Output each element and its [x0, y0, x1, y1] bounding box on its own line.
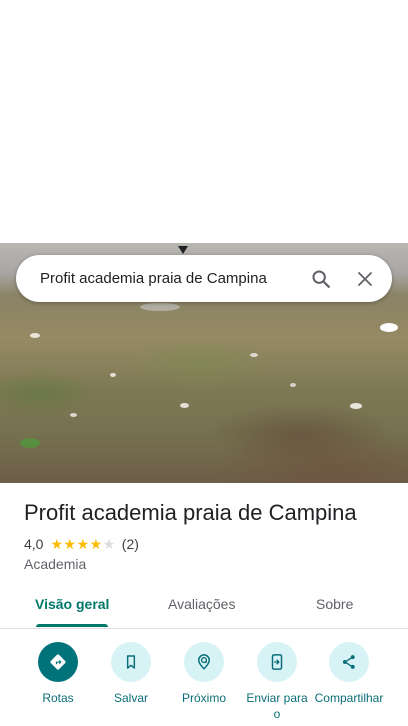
tab-indicator [36, 624, 108, 627]
star-icon: ★ [63, 536, 77, 552]
star-icon: ★ [76, 536, 90, 552]
share-icon [329, 642, 369, 682]
search-input[interactable]: Profit academia praia de Campina [40, 270, 301, 287]
close-icon[interactable] [345, 259, 385, 299]
save-button[interactable]: Salvar [92, 640, 170, 706]
action-bar: Rotas Salvar Próximo Enviar para o Compa… [0, 640, 408, 726]
nearby-label: Próximo [181, 691, 226, 705]
share-label: Compartilhar [314, 691, 384, 705]
send-to-phone-icon [257, 642, 297, 682]
place-title: Profit academia praia de Campina [24, 500, 357, 525]
share-button[interactable]: Compartilhar [310, 640, 388, 706]
nearby-icon [184, 642, 224, 682]
star-icon: ★ [50, 536, 64, 552]
tab-bar: Visão geral Avaliações Sobre [0, 588, 408, 629]
save-label: Salvar [113, 691, 148, 705]
send-to-phone-label: Enviar para o [246, 691, 308, 721]
bookmark-icon [111, 642, 151, 682]
rating-value: 4,0 [24, 536, 44, 552]
rating-row[interactable]: 4,0 ★ ★ ★ ★ ★ (2) [24, 536, 139, 552]
directions-icon [38, 642, 78, 682]
nearby-button[interactable]: Próximo [165, 640, 243, 706]
map-blank-area [0, 0, 408, 243]
tab-overview[interactable]: Visão geral [35, 596, 109, 612]
rating-stars: ★ ★ ★ ★ ★ [50, 537, 115, 551]
star-icon: ★ [102, 536, 116, 552]
send-to-phone-button[interactable]: Enviar para o [238, 640, 316, 722]
search-bar[interactable]: Profit academia praia de Campina [16, 255, 392, 302]
directions-label: Rotas [42, 691, 74, 705]
tab-reviews[interactable]: Avaliações [168, 596, 235, 612]
star-icon: ★ [89, 536, 103, 552]
review-count[interactable]: (2) [122, 536, 139, 552]
tab-about[interactable]: Sobre [316, 596, 353, 612]
map-pin-marker [178, 246, 188, 254]
search-icon[interactable] [301, 259, 341, 299]
place-category[interactable]: Academia [24, 556, 86, 572]
directions-button[interactable]: Rotas [19, 640, 97, 706]
